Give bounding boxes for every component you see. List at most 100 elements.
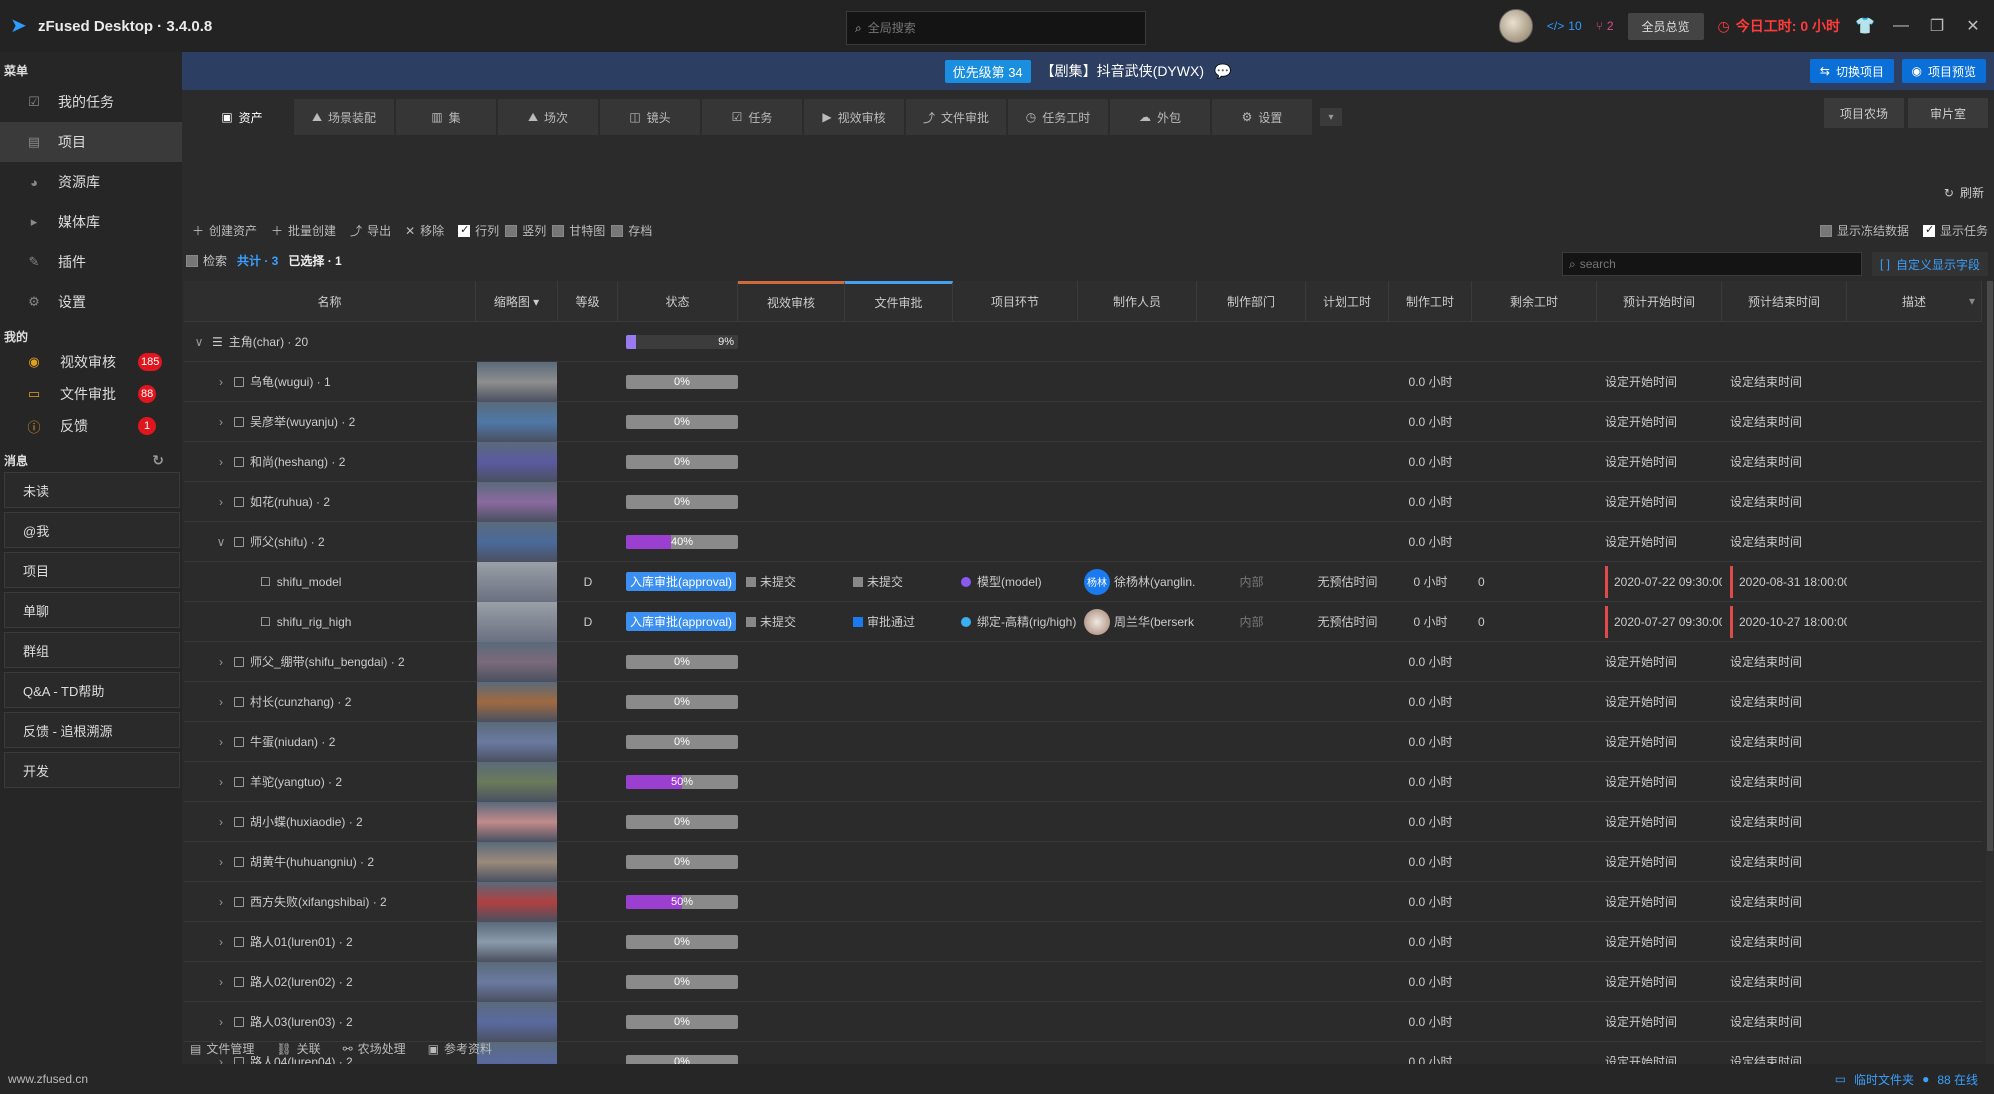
end-date[interactable]: 设定结束时间: [1722, 442, 1847, 482]
archive-toggle[interactable]: 存档: [611, 222, 652, 239]
remove-button[interactable]: ✕ 移除: [405, 222, 444, 239]
message-item[interactable]: 未读: [4, 472, 180, 508]
checkbox[interactable]: [458, 223, 471, 237]
chevron-down-icon[interactable]: ∨: [192, 335, 206, 349]
chevron-right-icon[interactable]: ›: [214, 975, 228, 989]
thumbnail-image[interactable]: [477, 961, 557, 1002]
end-date[interactable]: 设定结束时间: [1722, 362, 1847, 402]
table-row[interactable]: › 路人01(luren01) · 2 0% 0.0 小时 设定开始时间 设定结束时间: [184, 921, 1982, 962]
column-header[interactable]: 文件审批: [845, 281, 953, 321]
start-date[interactable]: 设定开始时间: [1597, 402, 1722, 442]
batch-create-button[interactable]: ＋ 批量创建: [271, 222, 336, 239]
start-date[interactable]: 设定开始时间: [1597, 482, 1722, 522]
task-row[interactable]: ☐ shifu_model D 入库审批(approval) 未提交 未提交 模型(mode…: [184, 561, 1982, 602]
status-badge[interactable]: 入库审批(approval): [626, 572, 737, 591]
global-search-input[interactable]: [867, 21, 1128, 35]
column-header[interactable]: 制作工时: [1389, 281, 1472, 321]
avatar[interactable]: [1084, 608, 1110, 635]
checkbox[interactable]: [1819, 224, 1832, 237]
table-row[interactable]: › 如花(ruhua) · 2 0% 0.0 小时 设定开始时间 设定结束时间: [184, 481, 1982, 522]
checkbox[interactable]: [186, 254, 198, 267]
column-header[interactable]: 制作部门: [1197, 281, 1306, 321]
chevron-down-icon[interactable]: ▾: [1969, 294, 1975, 308]
end-date[interactable]: 设定结束时间: [1722, 642, 1847, 682]
sidebar-item-settings[interactable]: ⚙ 设置: [0, 282, 182, 322]
custom-fields-button[interactable]: [ ] 自定义显示字段: [1871, 252, 1988, 276]
table-search-input[interactable]: [1579, 257, 1840, 271]
refresh-icon[interactable]: ↻: [152, 452, 164, 469]
thumbnail-image[interactable]: [477, 601, 557, 642]
tab-2[interactable]: ▥ 集: [396, 99, 496, 135]
col-view-toggle[interactable]: 竖列: [505, 222, 546, 239]
chevron-down-icon[interactable]: ▾: [1320, 108, 1342, 126]
table-row[interactable]: › 路人03(luren03) · 2 0% 0.0 小时 设定开始时间 设定结束时间: [184, 1001, 1982, 1042]
chevron-down-icon[interactable]: ∨: [214, 535, 228, 549]
chevron-right-icon[interactable]: ›: [214, 815, 228, 829]
start-date[interactable]: [1597, 322, 1722, 362]
column-header[interactable]: 名称: [184, 281, 476, 321]
table-row[interactable]: › 牛蛋(niudan) · 2 0% 0.0 小时 设定开始时间 设定结束时间: [184, 721, 1982, 762]
start-date[interactable]: 设定开始时间: [1597, 682, 1722, 722]
avatar[interactable]: 杨林: [1084, 568, 1110, 595]
table-row[interactable]: › 师父_绷带(shifu_bengdai) · 2 0% 0.0 小时 设定开始时间设…: [184, 641, 1982, 682]
global-search[interactable]: ⌕: [846, 11, 1146, 45]
gantt-toggle[interactable]: 甘特图: [552, 222, 605, 239]
farm-process-button[interactable]: ⚯ 农场处理: [343, 1040, 406, 1057]
column-header[interactable]: 等级: [558, 281, 618, 321]
end-date[interactable]: 设定结束时间: [1722, 522, 1847, 562]
code-stat[interactable]: </> 10: [1547, 19, 1582, 33]
end-date[interactable]: [1722, 322, 1847, 362]
end-date[interactable]: 设定结束时间: [1722, 402, 1847, 442]
start-date[interactable]: 设定开始时间: [1597, 722, 1722, 762]
table-row[interactable]: › 村长(cunzhang) · 2 0% 0.0 小时 设定开始时间 设定结束时间: [184, 681, 1982, 722]
column-header[interactable]: 预计开始时间: [1597, 281, 1722, 321]
chevron-right-icon[interactable]: ›: [214, 695, 228, 709]
review-room-button[interactable]: 审片室: [1908, 98, 1988, 128]
table-search[interactable]: ⌕: [1562, 252, 1862, 276]
message-item[interactable]: 项目: [4, 552, 180, 588]
end-date[interactable]: 设定结束时间: [1722, 922, 1847, 962]
message-item[interactable]: Q&A - TD帮助: [4, 672, 180, 708]
end-date[interactable]: 设定结束时间: [1722, 722, 1847, 762]
show-tasks-toggle[interactable]: 显示任务: [1922, 222, 1988, 239]
maximize-icon[interactable]: ❐: [1926, 16, 1948, 36]
message-item[interactable]: @我: [4, 512, 180, 548]
table-row[interactable]: › 胡小蝶(huxiaodie) · 2 0% 0.0 小时 设定开始时间 设定结束时间: [184, 801, 1982, 842]
group-row[interactable]: ∨ ☰ 主角(char) · 20 9%: [184, 322, 1982, 362]
checkbox[interactable]: [611, 224, 624, 237]
start-date[interactable]: 设定开始时间: [1597, 362, 1722, 402]
reference-button[interactable]: ▣ 参考资料: [428, 1040, 492, 1057]
refresh-button[interactable]: ↻ 刷新: [1944, 184, 1984, 201]
table-row[interactable]: ∨ 师父(shifu) · 2 40% 0.0 小时 设定开始时间 设定结束时间: [184, 521, 1982, 562]
start-date[interactable]: 设定开始时间: [1597, 1002, 1722, 1042]
thumbnail-image[interactable]: [477, 1001, 557, 1042]
sidebar-item-library[interactable]: ◕ 资源库: [0, 162, 182, 202]
minimize-icon[interactable]: —: [1890, 17, 1912, 35]
chevron-right-icon[interactable]: ›: [214, 735, 228, 749]
start-date[interactable]: 设定开始时间: [1597, 962, 1722, 1002]
end-date[interactable]: 设定结束时间: [1722, 762, 1847, 802]
tab-8[interactable]: ◷ 任务工时: [1008, 99, 1108, 135]
column-header[interactable]: 剩余工时: [1472, 281, 1597, 321]
shirt-icon[interactable]: 👕: [1854, 16, 1876, 36]
start-date[interactable]: 2020-07-22 09:30:00: [1597, 562, 1722, 602]
table-row[interactable]: › 胡黄牛(huhuangniu) · 2 0% 0.0 小时 设定开始时间 设定结束时间: [184, 841, 1982, 882]
chat-icon[interactable]: 💬: [1214, 63, 1231, 80]
sidebar-item-plugins[interactable]: ✎ 插件: [0, 242, 182, 282]
thumbnail-image[interactable]: [477, 521, 557, 562]
export-button[interactable]: ⤴ 导出: [350, 222, 391, 239]
end-date[interactable]: 设定结束时间: [1722, 802, 1847, 842]
tab-7[interactable]: ⤴ 文件审批: [906, 99, 1006, 135]
column-header[interactable]: 制作人员: [1078, 281, 1197, 321]
sidebar-item-my-tasks[interactable]: ☑ 我的任务: [0, 82, 182, 122]
start-date[interactable]: 2020-07-27 09:30:00: [1597, 602, 1722, 642]
column-header[interactable]: 缩略图 ▾: [476, 281, 558, 321]
start-date[interactable]: 设定开始时间: [1597, 802, 1722, 842]
thumbnail-image[interactable]: [477, 401, 557, 442]
column-header[interactable]: 视效审核: [738, 281, 845, 321]
column-header[interactable]: 计划工时: [1306, 281, 1389, 321]
message-item[interactable]: 开发: [4, 752, 180, 788]
end-date[interactable]: 设定结束时间: [1722, 962, 1847, 1002]
thumbnail-image[interactable]: [477, 481, 557, 522]
column-header[interactable]: 预计结束时间: [1722, 281, 1847, 321]
